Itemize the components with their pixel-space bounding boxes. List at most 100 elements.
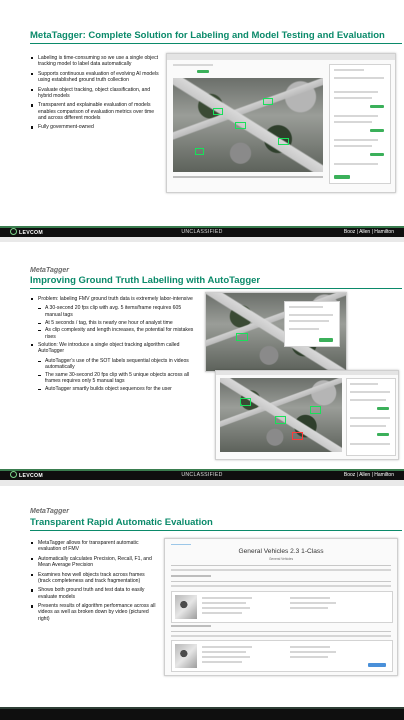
sub-bullet: As clip complexity and length increases,… xyxy=(30,327,198,340)
section-heading xyxy=(171,625,211,627)
video-card xyxy=(171,640,393,672)
bullet: Labeling is time-consuming so we use a s… xyxy=(30,55,160,68)
slide-footer: LEVCOM UNCLASSIFIED Booz | Allen | Hamil… xyxy=(0,469,404,480)
footer-stripe xyxy=(0,226,404,228)
panel-row xyxy=(350,443,390,445)
footer-brand: Booz | Allen | Hamilton xyxy=(343,228,394,235)
panel-heading xyxy=(334,69,364,71)
slide-kicker: MetaTagger xyxy=(30,508,70,515)
footer-stripe xyxy=(0,707,404,709)
toolbar-text xyxy=(173,64,213,66)
panel-row xyxy=(350,383,378,385)
bullet: Presents results of algorithm performanc… xyxy=(30,603,158,622)
table-row xyxy=(171,635,391,637)
metric-line xyxy=(202,656,250,658)
bullet: Supports continuous evaluation of evolvi… xyxy=(30,71,160,84)
metric-line xyxy=(290,651,336,653)
metric-line xyxy=(290,597,330,599)
panel-row xyxy=(334,145,372,147)
table-header xyxy=(171,631,391,632)
dialog-row xyxy=(289,314,333,316)
aerial-video-frame xyxy=(220,378,342,452)
tag-box xyxy=(236,333,248,341)
slide-title: MetaTagger: Complete Solution for Labeli… xyxy=(30,30,385,41)
metric-line xyxy=(290,656,328,658)
metric-line xyxy=(290,607,328,609)
bullet: Evaluate object tracking, object classif… xyxy=(30,87,160,100)
metric-line xyxy=(202,602,246,604)
dialog-heading xyxy=(289,306,323,308)
autotagger-dialog xyxy=(284,301,340,347)
metric-line xyxy=(290,646,330,648)
footer-stripe xyxy=(0,469,404,471)
slide-footer: LEVCOM UNCLASSIFIED Booz | Allen | Hamil… xyxy=(0,226,404,237)
panel-row xyxy=(334,115,378,117)
metatagger-screenshot xyxy=(166,53,396,193)
slide-footer xyxy=(0,707,404,720)
panel-button xyxy=(377,433,389,436)
bullet-list: Labeling is time-consuming so we use a s… xyxy=(30,55,160,134)
metric-line xyxy=(290,602,336,604)
bullet-list: Problem: labeling FMV ground truth data … xyxy=(30,296,198,394)
video-card xyxy=(171,591,393,623)
panel-row xyxy=(334,97,372,99)
dialog-row xyxy=(289,320,329,322)
panel-row xyxy=(334,91,378,93)
bullet: Automatically calculates Precision, Reca… xyxy=(30,556,158,569)
dialog-button xyxy=(319,338,333,342)
breadcrumb xyxy=(171,544,191,546)
slide-title: Improving Ground Truth Labelling with Au… xyxy=(30,275,261,286)
sub-bullet: A 30-second 20 fps clip with avg. 5 item… xyxy=(30,305,198,318)
panel-row xyxy=(334,121,372,123)
panel-row xyxy=(334,163,378,165)
metric-line xyxy=(202,646,252,648)
slide-title: Transparent Rapid Automatic Evaluation xyxy=(30,517,213,528)
title-rule xyxy=(30,530,402,531)
tag-box xyxy=(278,138,289,145)
tag-box xyxy=(213,108,223,115)
autotagger-screenshot-bottom xyxy=(215,370,399,460)
toolbar-button xyxy=(197,70,209,73)
tag-box xyxy=(310,406,321,414)
dialog-row xyxy=(289,328,319,330)
annotations-panel xyxy=(329,64,391,184)
panel-row xyxy=(350,417,390,419)
tag-box xyxy=(292,432,303,440)
app-toolbar xyxy=(167,54,395,60)
panel-button xyxy=(370,129,384,132)
panel-row xyxy=(334,139,378,141)
metric-line xyxy=(202,607,250,609)
panel-button xyxy=(370,153,384,156)
timeline xyxy=(173,176,323,178)
metric-line xyxy=(202,597,252,599)
bullet: Examines how well objects track across f… xyxy=(30,572,158,585)
metric-line xyxy=(202,651,246,653)
panel-button xyxy=(334,175,350,179)
tag-box xyxy=(195,148,204,155)
evaluation-title: General Vehicles 2.3 1-Class xyxy=(238,548,324,555)
bullet-list: MetaTagger allows for transparent automa… xyxy=(30,540,158,625)
bullet: MetaTagger allows for transparent automa… xyxy=(30,540,158,553)
footer-brand: Booz | Allen | Hamilton xyxy=(343,471,394,478)
table-header xyxy=(171,581,391,582)
summary-row xyxy=(171,565,391,566)
metric-line xyxy=(202,661,242,663)
bullet: Shows both ground truth and test data to… xyxy=(30,587,158,600)
metric-line xyxy=(202,612,242,614)
sub-bullet: AutoTagger smartly builds object sequenc… xyxy=(30,386,198,392)
evaluation-subtitle: General Vehicles xyxy=(268,557,294,561)
slide-kicker: MetaTagger xyxy=(30,267,70,274)
title-rule xyxy=(30,43,402,44)
tag-box xyxy=(263,98,273,105)
panel-row xyxy=(350,399,386,401)
panel-button xyxy=(377,407,389,410)
panel-row xyxy=(350,391,390,393)
section-heading xyxy=(171,575,211,577)
app-toolbar xyxy=(216,371,398,375)
slide-automatic-evaluation: MetaTagger Transparent Rapid Automatic E… xyxy=(0,486,404,720)
slide-labeling-solution: MetaTagger: Complete Solution for Labeli… xyxy=(0,0,404,237)
panel-row xyxy=(350,425,386,427)
card-button xyxy=(368,663,386,667)
bullet: Solution: We introduce a single object t… xyxy=(30,342,198,355)
video-thumbnail xyxy=(175,595,197,619)
